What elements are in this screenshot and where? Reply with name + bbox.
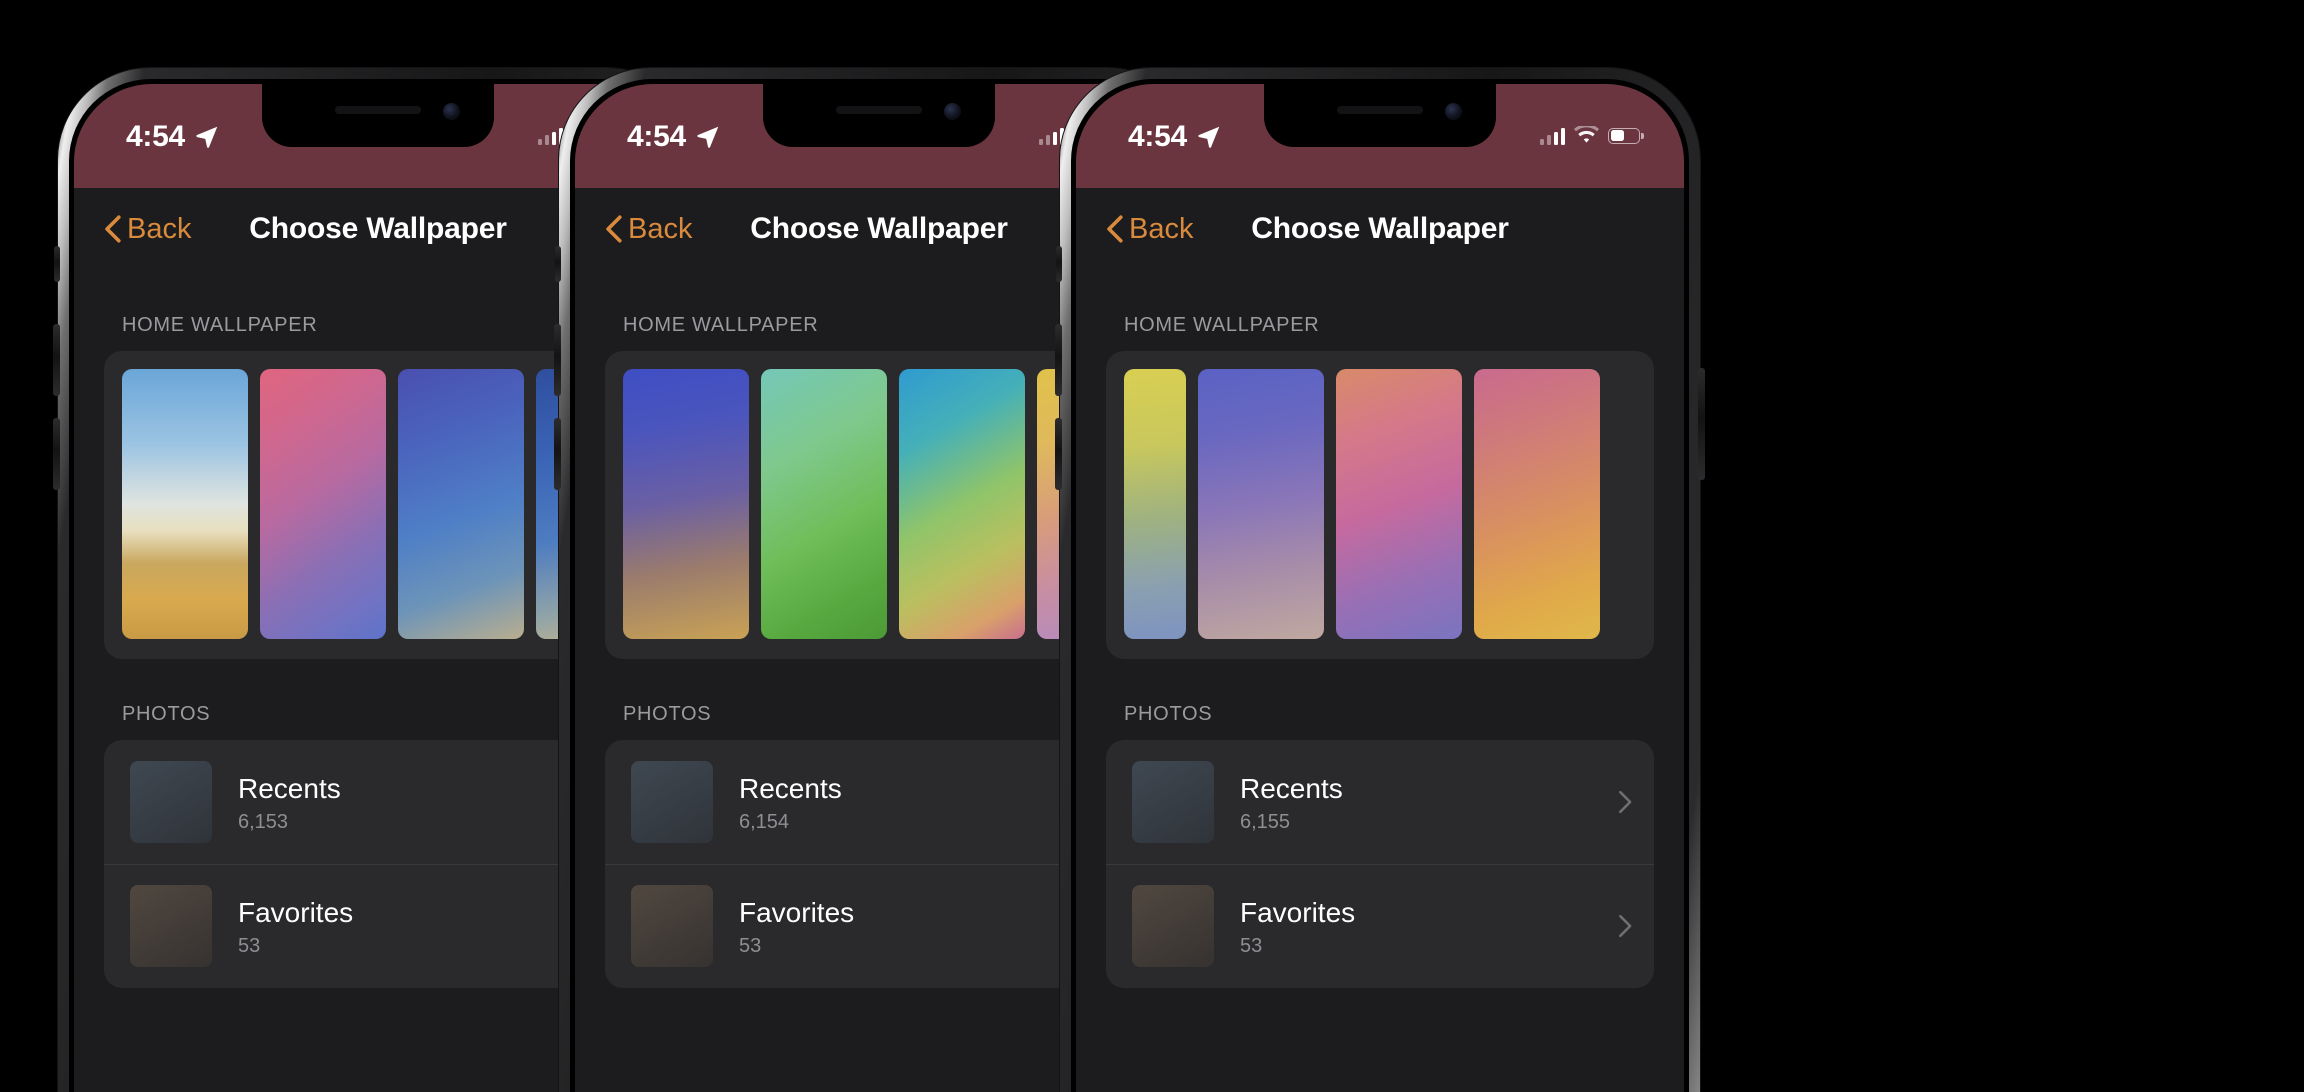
device-notch <box>1264 84 1496 147</box>
list-item-title: Favorites <box>1240 896 1356 928</box>
device-notch <box>763 84 995 147</box>
photos-card: Recents 6,155 Favorites 53 <box>1106 740 1654 988</box>
list-item-count: 53 <box>1240 934 1263 957</box>
battery-icon <box>1608 127 1644 144</box>
volume-down-button[interactable] <box>554 418 561 490</box>
list-item-count: 6,155 <box>1240 810 1291 833</box>
list-item-text: Recents 6,154 <box>713 771 1117 834</box>
cellular-signal-icon <box>1038 127 1064 145</box>
back-button[interactable]: Back <box>1106 213 1193 246</box>
status-bar: 4:54 <box>1076 84 1684 188</box>
wallpaper-thumbnail[interactable] <box>1198 369 1324 639</box>
volume-down-button[interactable] <box>1055 418 1062 490</box>
album-thumbnail <box>631 885 713 967</box>
front-camera-icon <box>944 103 961 120</box>
device-bezel: 4:54 Back Choose Wallpaper HOME WALLPAPE… <box>1071 79 1689 1092</box>
chevron-left-icon <box>105 215 121 243</box>
list-item-text: Recents 6,155 <box>1214 771 1618 834</box>
list-item-title: Recents <box>739 772 842 804</box>
album-thumbnail <box>631 761 713 843</box>
chevron-left-icon <box>1107 215 1123 243</box>
list-item-text: Favorites 53 <box>713 895 1117 958</box>
list-item-text: Favorites 53 <box>1214 895 1618 958</box>
volume-up-button[interactable] <box>53 324 60 396</box>
wallpaper-thumbnail[interactable] <box>899 369 1025 639</box>
list-item-text: Favorites 53 <box>212 895 616 958</box>
volume-up-button[interactable] <box>554 324 561 396</box>
status-bar-left: 4:54 <box>627 122 721 152</box>
device-screen: 4:54 Back Choose Wallpaper HOME WALLPAPE… <box>1076 84 1684 1092</box>
chevron-left-icon <box>606 215 622 243</box>
wallpaper-thumbnail[interactable] <box>260 369 386 639</box>
list-item-title: Recents <box>238 772 341 804</box>
list-item-text: Recents 6,153 <box>212 771 616 834</box>
back-button-label: Back <box>127 212 192 245</box>
location-arrow-icon <box>196 126 218 148</box>
wallpaper-thumbnail[interactable] <box>1336 369 1462 639</box>
volume-down-button[interactable] <box>53 418 60 490</box>
list-item-favorites[interactable]: Favorites 53 <box>1106 864 1654 988</box>
settings-content: HOME WALLPAPER PHOTOS <box>1076 270 1684 988</box>
status-bar-right <box>1539 122 1644 145</box>
cellular-signal-icon <box>537 127 563 145</box>
wallpaper-thumbnail[interactable] <box>761 369 887 639</box>
status-bar-left: 4:54 <box>1128 122 1222 152</box>
list-item-title: Favorites <box>238 896 354 928</box>
home-wallpaper-card <box>1106 351 1654 659</box>
list-item-title: Favorites <box>739 896 855 928</box>
album-thumbnail <box>130 885 212 967</box>
earpiece-speaker <box>836 106 922 114</box>
album-thumbnail <box>1132 761 1214 843</box>
location-arrow-icon <box>1198 126 1220 148</box>
wallpaper-thumbnail[interactable] <box>1124 369 1186 639</box>
volume-up-button[interactable] <box>1055 324 1062 396</box>
back-button[interactable]: Back <box>605 213 692 246</box>
chevron-right-icon <box>1619 914 1632 938</box>
back-button[interactable]: Back <box>104 213 191 246</box>
front-camera-icon <box>1445 103 1462 120</box>
album-thumbnail <box>130 761 212 843</box>
photos-section-label: PHOTOS <box>1124 703 1213 725</box>
list-item-title: Recents <box>1240 772 1343 804</box>
status-time: 4:54 <box>627 120 686 153</box>
earpiece-speaker <box>1337 106 1423 114</box>
wallpaper-thumbnail-strip[interactable] <box>1106 351 1654 659</box>
wallpaper-thumbnail[interactable] <box>122 369 248 639</box>
power-button[interactable] <box>1698 368 1705 480</box>
status-time: 4:54 <box>126 120 185 153</box>
location-arrow-icon <box>697 126 719 148</box>
list-item-recents[interactable]: Recents 6,155 <box>1106 740 1654 864</box>
wifi-icon <box>1574 126 1599 143</box>
silent-switch[interactable] <box>1056 246 1062 282</box>
wallpaper-thumbnail[interactable] <box>623 369 749 639</box>
status-time: 4:54 <box>1128 120 1187 153</box>
wallpaper-thumbnail[interactable] <box>1474 369 1600 639</box>
album-thumbnail <box>1132 885 1214 967</box>
status-bar-left: 4:54 <box>126 122 220 152</box>
device-phone-3: 4:54 Back Choose Wallpaper HOME WALLPAPE… <box>1055 68 1705 1092</box>
screenshot-stage: 4:54 Back Choose Wallpaper HOME WALLPAPE… <box>0 0 2304 1092</box>
device-notch <box>262 84 494 147</box>
chevron-right-icon <box>1619 790 1632 814</box>
home-wallpaper-section-label: HOME WALLPAPER <box>1124 314 1320 336</box>
silent-switch[interactable] <box>555 246 561 282</box>
back-button-label: Back <box>628 212 693 245</box>
front-camera-icon <box>443 103 460 120</box>
silent-switch[interactable] <box>54 246 60 282</box>
back-button-label: Back <box>1129 212 1194 245</box>
cellular-signal-icon <box>1539 127 1565 145</box>
earpiece-speaker <box>335 106 421 114</box>
navigation-bar: Back Choose Wallpaper <box>1076 188 1684 270</box>
wallpaper-thumbnail[interactable] <box>398 369 524 639</box>
